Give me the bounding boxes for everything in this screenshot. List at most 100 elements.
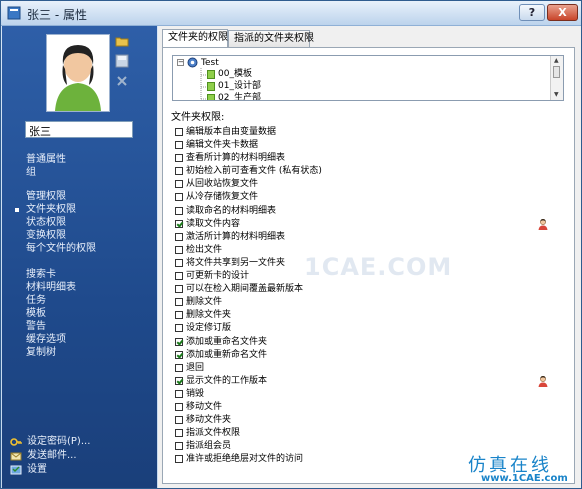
tree-item-design[interactable]: 01_设计部 [218, 80, 261, 92]
properties-window: 张三 - 属性 ? X 张三 普通属性 组 管理权限 文件夹权限 状态权限 变换… [0, 0, 582, 489]
permission-checkbox[interactable] [175, 350, 183, 359]
permission-checkbox[interactable] [175, 363, 183, 372]
nav-item-copy-tree[interactable]: 复制树 [2, 346, 157, 359]
permission-label: 移动文件夹 [186, 415, 232, 426]
permission-item[interactable]: 设定修订版 [175, 322, 545, 335]
permission-checkbox[interactable] [175, 141, 183, 150]
permission-checkbox[interactable] [175, 154, 183, 163]
delete-icon[interactable] [115, 74, 129, 88]
tab-assigned-folder-permissions[interactable]: 指派的文件夹权限 [228, 30, 314, 47]
permission-item[interactable]: 移动文件夹 [175, 414, 545, 427]
permission-checkbox[interactable] [175, 193, 183, 202]
permission-checkbox[interactable] [175, 389, 183, 398]
permission-item[interactable]: 删除文件 [175, 296, 545, 309]
permission-item[interactable]: 移动文件 [175, 401, 545, 414]
permission-checkbox[interactable] [175, 416, 183, 425]
permission-checkbox[interactable] [175, 285, 183, 294]
folder-icon [207, 70, 215, 79]
permission-checkbox[interactable] [175, 402, 183, 411]
nav-item-warnings[interactable]: 警告 [2, 320, 157, 333]
permission-item[interactable]: 查看所计算的材料明细表 [175, 152, 545, 165]
permission-item[interactable]: 可以在检入期间覆盖最新版本 [175, 283, 545, 296]
permission-checkbox[interactable] [175, 206, 183, 215]
permission-checkbox[interactable] [175, 128, 183, 136]
nav-item-templates[interactable]: 模板 [2, 307, 157, 320]
permission-checkbox[interactable] [175, 258, 183, 267]
permission-label: 初始检入前可查看文件 (私有状态) [186, 166, 322, 177]
permission-item[interactable]: 从冷存储恢复文件 [175, 191, 545, 204]
nav-item-groups[interactable]: 组 [2, 166, 157, 179]
permission-item[interactable]: 初始检入前可查看文件 (私有状态) [175, 165, 545, 178]
nav-item-cache-options[interactable]: 缓存选项 [2, 333, 157, 346]
permission-checkbox[interactable] [175, 429, 183, 438]
brand-url: www.1CAE.com [481, 473, 568, 484]
tab-folder-permissions[interactable]: 文件夹的权限 [162, 29, 228, 48]
permission-checkbox[interactable] [175, 167, 183, 176]
permission-checkbox[interactable] [175, 272, 183, 281]
scroll-down-arrow-icon[interactable]: ▼ [554, 91, 559, 98]
nav-item-search-cards[interactable]: 搜索卡 [2, 268, 157, 281]
user-name-field[interactable]: 张三 [25, 121, 133, 138]
permission-label: 添加或重命名文件夹 [186, 336, 268, 347]
folder-tree[interactable]: − Test 00_模板 01_设计部 02_生产部 ▲ ▼ [172, 55, 564, 101]
permission-item[interactable]: 指派文件权限 [175, 427, 545, 440]
send-mail-link[interactable]: 发送邮件... [10, 449, 150, 463]
key-icon [10, 438, 22, 446]
permission-checkbox[interactable] [175, 219, 183, 228]
permission-item[interactable]: 添加或重命名文件夹 [175, 336, 545, 349]
permission-checkbox[interactable] [175, 311, 183, 320]
permission-checkbox[interactable] [175, 245, 183, 254]
permission-checkbox[interactable] [175, 324, 183, 333]
permission-label: 检出文件 [186, 244, 223, 255]
permission-checkbox[interactable] [175, 298, 183, 307]
permission-label: 指派文件权限 [186, 428, 241, 439]
permission-checkbox[interactable] [175, 376, 183, 385]
window-title: 张三 - 属性 [27, 8, 87, 22]
tree-scrollbar[interactable]: ▲ ▼ [550, 56, 563, 100]
tree-lines [200, 68, 207, 100]
tree-item-production[interactable]: 02_生产部 [218, 92, 261, 100]
help-button[interactable]: ? [519, 4, 545, 21]
settings-link[interactable]: 设置 [10, 463, 150, 477]
nav-item-tasks[interactable]: 任务 [2, 294, 157, 307]
permission-checkbox[interactable] [175, 232, 183, 241]
permission-item[interactable]: 从回收站恢复文件 [175, 178, 545, 191]
permission-label: 销毁 [186, 388, 205, 399]
permission-item[interactable]: 编辑文件夹卡数据 [175, 139, 545, 152]
inherited-user-icon [538, 218, 548, 230]
permission-checkbox[interactable] [175, 337, 183, 346]
permission-item[interactable]: 显示文件的工作版本 [175, 375, 548, 388]
permission-checkbox[interactable] [175, 180, 183, 189]
permission-item[interactable]: 销毁 [175, 388, 545, 401]
save-icon[interactable] [115, 54, 129, 68]
nav-item-folder-permissions[interactable]: 文件夹权限 [2, 203, 157, 216]
nav-item-state-permissions[interactable]: 状态权限 [2, 216, 157, 229]
permission-label: 查看所计算的材料明细表 [186, 153, 286, 164]
scroll-thumb[interactable] [553, 66, 560, 78]
nav-item-general-properties[interactable]: 普通属性 [2, 153, 157, 166]
permission-item[interactable]: 编辑版本自由变量数据 [175, 126, 545, 139]
nav-item-bom[interactable]: 材料明细表 [2, 281, 157, 294]
permission-checkbox[interactable] [175, 455, 183, 464]
nav-item-transition-permissions[interactable]: 变换权限 [2, 229, 157, 242]
tree-expand-toggle[interactable]: − [177, 59, 184, 66]
scroll-up-arrow-icon[interactable]: ▲ [554, 57, 559, 64]
permission-label: 读取文件内容 [186, 218, 241, 229]
send-mail-label: 发送邮件... [27, 450, 77, 461]
title-bar: 张三 - 属性 ? X [1, 1, 581, 26]
avatar [46, 34, 110, 112]
permission-item[interactable]: 读取命名的材料明细表 [175, 205, 545, 218]
permission-item[interactable]: 删除文件夹 [175, 309, 545, 322]
open-folder-icon[interactable] [115, 34, 129, 48]
nav-item-admin-permissions[interactable]: 管理权限 [2, 190, 157, 203]
permission-item[interactable]: 读取文件内容 [175, 218, 548, 231]
nav-item-file-permissions[interactable]: 每个文件的权限 [2, 242, 157, 255]
window-icon [7, 6, 21, 20]
permission-checkbox[interactable] [175, 442, 183, 451]
close-button[interactable]: X [547, 4, 578, 21]
permission-item[interactable]: 退回 [175, 362, 545, 375]
tree-item-templates[interactable]: 00_模板 [218, 68, 252, 80]
set-password-link[interactable]: 设定密码(P)... [10, 435, 150, 449]
permission-item[interactable]: 添加或重新命名文件 [175, 349, 545, 362]
permission-item[interactable]: 激活所计算的材料明细表 [175, 231, 545, 244]
